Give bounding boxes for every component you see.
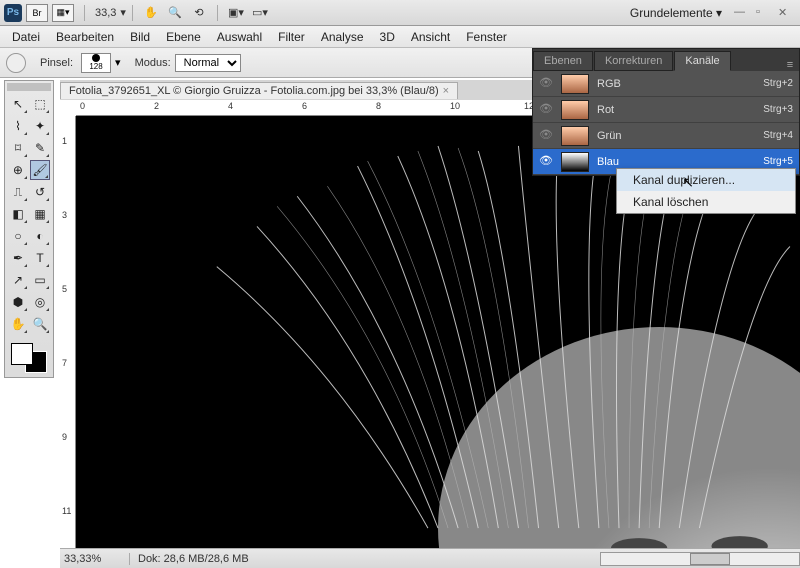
toolbox: ↖⬚ ⌇✦ ⌑✎ ⊕🖌 ⎍↺ ◧▦ ○◐ ✒T ↗▭ ⬢◎ ✋🔍 bbox=[4, 80, 54, 378]
eyedropper-tool[interactable]: ✎ bbox=[30, 138, 50, 158]
visibility-icon[interactable]: 👁 bbox=[539, 76, 555, 92]
3d-tool[interactable]: ⬢ bbox=[8, 292, 28, 312]
eraser-tool[interactable]: ◧ bbox=[8, 204, 28, 224]
menu-bearbeiten[interactable]: Bearbeiten bbox=[48, 30, 122, 44]
brush-tool[interactable]: 🖌 bbox=[30, 160, 50, 180]
menu-ansicht[interactable]: Ansicht bbox=[403, 30, 458, 44]
zoom-tool[interactable]: 🔍 bbox=[30, 314, 50, 334]
tool-preset[interactable] bbox=[6, 53, 26, 73]
bridge-button[interactable]: Br bbox=[26, 4, 48, 22]
marquee-tool[interactable]: ⬚ bbox=[30, 94, 50, 114]
minimize-icon[interactable]: — bbox=[734, 6, 748, 20]
document-title: Fotolia_3792651_XL © Giorgio Gruizza - F… bbox=[69, 85, 439, 97]
dodge-tool[interactable]: ◐ bbox=[30, 226, 50, 246]
wand-tool[interactable]: ✦ bbox=[30, 116, 50, 136]
gradient-tool[interactable]: ▦ bbox=[30, 204, 50, 224]
stamp-tool[interactable]: ⎍ bbox=[8, 182, 28, 202]
menu-filter[interactable]: Filter bbox=[270, 30, 313, 44]
close-tab-icon[interactable]: × bbox=[443, 85, 449, 97]
close-icon[interactable]: ✕ bbox=[778, 6, 792, 20]
blend-mode-select[interactable]: Normal bbox=[175, 54, 241, 72]
panel-menu-icon[interactable]: ≡ bbox=[781, 59, 799, 71]
lasso-tool[interactable]: ⌇ bbox=[8, 116, 28, 136]
camera-tool[interactable]: ◎ bbox=[30, 292, 50, 312]
visibility-icon[interactable]: 👁 bbox=[539, 154, 555, 170]
screen-icon[interactable]: ▭▾ bbox=[251, 4, 269, 22]
document-tab[interactable]: Fotolia_3792651_XL © Giorgio Gruizza - F… bbox=[60, 82, 458, 99]
brush-picker[interactable]: 128 bbox=[81, 53, 111, 73]
doc-info[interactable]: Dok: 28,6 MB/28,6 MB bbox=[130, 553, 600, 565]
menu-analyse[interactable]: Analyse bbox=[313, 30, 372, 44]
channel-rgb[interactable]: 👁RGBStrg+2 bbox=[533, 71, 799, 97]
menu-datei[interactable]: Datei bbox=[4, 30, 48, 44]
ruler-vertical[interactable]: 1357911 bbox=[60, 116, 76, 548]
zoom-level[interactable]: 33,3 bbox=[95, 7, 116, 19]
zoom-readout[interactable]: 33,33% bbox=[60, 553, 130, 565]
visibility-icon[interactable]: 👁 bbox=[539, 128, 555, 144]
blur-tool[interactable]: ○ bbox=[8, 226, 28, 246]
menu-fenster[interactable]: Fenster bbox=[458, 30, 515, 44]
pen-tool[interactable]: ✒ bbox=[8, 248, 28, 268]
move-tool[interactable]: ↖ bbox=[8, 94, 28, 114]
crop-tool[interactable]: ⌑ bbox=[8, 138, 28, 158]
menu-auswahl[interactable]: Auswahl bbox=[209, 30, 270, 44]
maximize-icon[interactable]: ▫ bbox=[756, 6, 770, 20]
shape-tool[interactable]: ▭ bbox=[30, 270, 50, 290]
title-bar: Ps Br ▦▾ 33,3▾ ✋ 🔍 ⟲ ▣▾ ▭▾ Grundelemente… bbox=[0, 0, 800, 26]
workspace-switcher[interactable]: Grundelemente ▾ bbox=[630, 6, 722, 20]
status-bar: 33,33% Dok: 28,6 MB/28,6 MB bbox=[60, 548, 800, 568]
path-tool[interactable]: ↗ bbox=[8, 270, 28, 290]
history-brush-tool[interactable]: ↺ bbox=[30, 182, 50, 202]
hand-tool[interactable]: ✋ bbox=[8, 314, 28, 334]
menu-duplicate-channel[interactable]: Kanal duplizieren... bbox=[617, 169, 795, 191]
menu-bar: Datei Bearbeiten Bild Ebene Auswahl Filt… bbox=[0, 26, 800, 48]
app-icon: Ps bbox=[4, 4, 22, 22]
menu-bild[interactable]: Bild bbox=[122, 30, 158, 44]
zoom-icon[interactable]: 🔍 bbox=[166, 4, 184, 22]
heal-tool[interactable]: ⊕ bbox=[8, 160, 28, 180]
menu-3d[interactable]: 3D bbox=[372, 30, 403, 44]
color-swatch[interactable] bbox=[9, 341, 49, 373]
visibility-icon[interactable]: 👁 bbox=[539, 102, 555, 118]
menu-ebene[interactable]: Ebene bbox=[158, 30, 209, 44]
hand-icon[interactable]: ✋ bbox=[142, 4, 160, 22]
channels-panel: Ebenen Korrekturen Kanäle ≡ 👁RGBStrg+2 👁… bbox=[532, 48, 800, 176]
arrange-icon[interactable]: ▣▾ bbox=[227, 4, 245, 22]
mode-label: Modus: bbox=[135, 57, 171, 69]
type-tool[interactable]: T bbox=[30, 248, 50, 268]
screen-mode-button[interactable]: ▦▾ bbox=[52, 4, 74, 22]
menu-delete-channel[interactable]: Kanal löschen bbox=[617, 191, 795, 213]
rotate-icon[interactable]: ⟲ bbox=[190, 4, 208, 22]
tab-korrekturen[interactable]: Korrekturen bbox=[594, 51, 673, 71]
channel-rot[interactable]: 👁RotStrg+3 bbox=[533, 97, 799, 123]
scrollbar-horizontal[interactable] bbox=[600, 552, 800, 566]
context-menu: Kanal duplizieren... Kanal löschen bbox=[616, 168, 796, 214]
brush-label: Pinsel: bbox=[40, 57, 73, 69]
tab-kanaele[interactable]: Kanäle bbox=[674, 51, 730, 71]
tab-ebenen[interactable]: Ebenen bbox=[533, 51, 593, 71]
channel-gruen[interactable]: 👁GrünStrg+4 bbox=[533, 123, 799, 149]
